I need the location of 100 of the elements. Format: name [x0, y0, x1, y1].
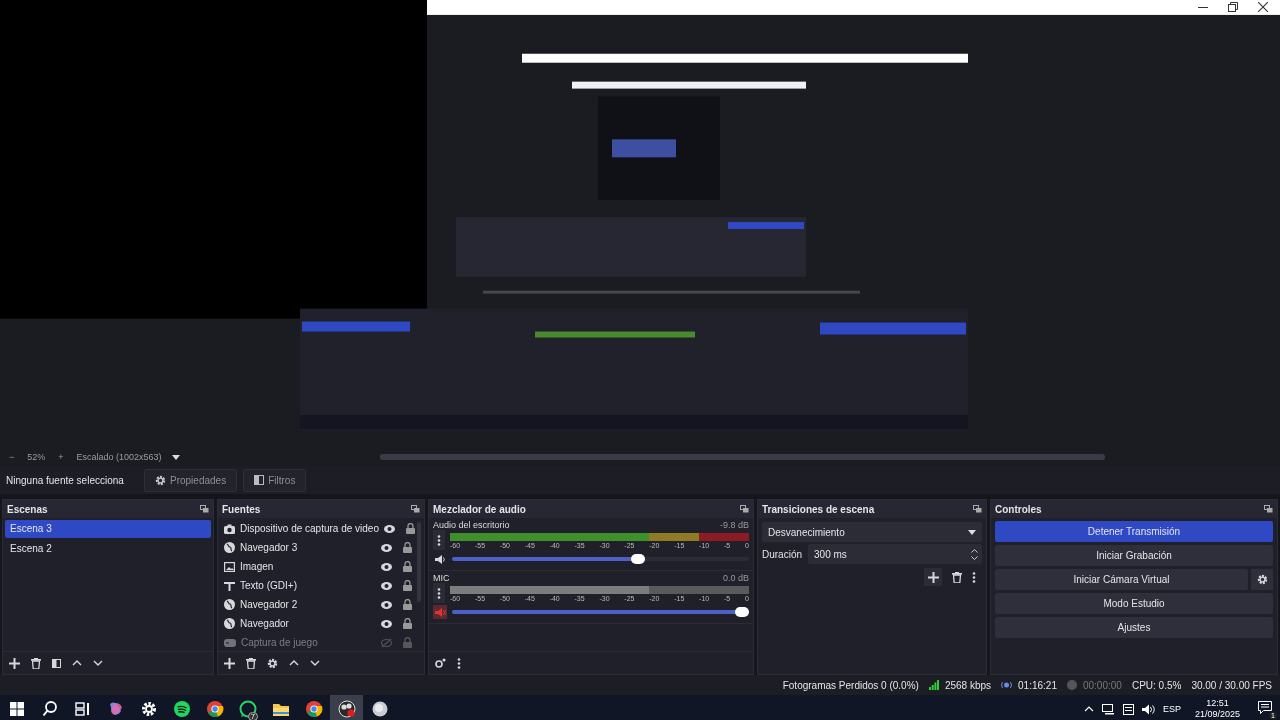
- volume-slider[interactable]: [452, 610, 749, 614]
- speaker-icon: [434, 554, 446, 564]
- trash-icon[interactable]: [31, 657, 41, 669]
- signal-icon: [928, 680, 939, 690]
- slider-thumb[interactable]: [735, 607, 749, 617]
- eye-icon[interactable]: [384, 524, 395, 533]
- source-item[interactable]: Captura de juego: [241, 637, 376, 648]
- globe-icon: [224, 542, 235, 553]
- trash-icon[interactable]: [246, 657, 256, 669]
- source-item[interactable]: Navegador 3: [240, 542, 376, 553]
- music-app-icon: [172, 700, 191, 718]
- undock-icon[interactable]: [411, 505, 420, 513]
- settings-icon: [139, 700, 158, 718]
- eye-icon[interactable]: [381, 562, 392, 571]
- panel-title: Transiciones de escena: [762, 503, 875, 515]
- lock-icon[interactable]: [403, 542, 412, 553]
- add-icon[interactable]: [9, 657, 20, 669]
- scrollbar-thumb[interactable]: [379, 454, 1105, 460]
- scale-mode-label: Escalado (1002x563): [76, 452, 162, 462]
- live-icon: [1001, 681, 1013, 689]
- browser-icon: [304, 700, 323, 718]
- input-language[interactable]: ESP: [1162, 704, 1181, 714]
- more-icon: [437, 587, 441, 599]
- clock-time[interactable]: 12:51: [1206, 698, 1229, 709]
- control-button[interactable]: Iniciar Grabación: [995, 545, 1273, 566]
- clock-date[interactable]: 21/09/2025: [1194, 709, 1240, 720]
- channel-menu-button[interactable]: [433, 583, 445, 603]
- control-button[interactable]: Iniciar Cámara Virtual: [995, 569, 1248, 590]
- source-item[interactable]: Navegador: [240, 618, 376, 629]
- mixer-settings-icon[interactable]: [435, 658, 446, 668]
- notifications-icon[interactable]: [1258, 701, 1272, 714]
- scene-item[interactable]: Escena 3: [5, 520, 211, 538]
- filter-icon[interactable]: [52, 658, 61, 668]
- lock-icon[interactable]: [403, 599, 412, 610]
- chat-app-icon: [238, 700, 257, 718]
- speaker-muted-icon: [434, 607, 446, 617]
- panel-title: Escenas: [7, 503, 48, 515]
- fps-counter: 30.00 / 30.00 FPS: [1191, 679, 1272, 691]
- duration-field[interactable]: 300 ms: [808, 544, 982, 564]
- lock-icon[interactable]: [403, 618, 412, 629]
- volume-slider[interactable]: [452, 557, 749, 561]
- keyboard-icon[interactable]: [1122, 703, 1134, 715]
- taskbar-app[interactable]: [330, 695, 363, 720]
- close-icon[interactable]: [1258, 2, 1268, 12]
- dropped-frames: Fotogramas Perdidos 0 (0.0%): [782, 679, 919, 691]
- more-icon[interactable]: [457, 657, 461, 669]
- channel-menu-button[interactable]: [433, 530, 445, 550]
- chevron-up-icon[interactable]: [289, 660, 299, 666]
- selected-source-label: Ninguna fuente selecciona: [6, 474, 125, 486]
- trash-icon[interactable]: [952, 571, 962, 583]
- add-button[interactable]: [924, 568, 942, 586]
- recording-app-icon: [337, 700, 356, 718]
- source-item[interactable]: Texto (GDI+): [240, 580, 376, 591]
- add-icon[interactable]: [224, 657, 235, 669]
- chevron-up-icon[interactable]: [72, 660, 82, 666]
- settings-button[interactable]: [1251, 569, 1273, 590]
- settings-icon[interactable]: [155, 474, 166, 486]
- control-button[interactable]: Detener Transmisión: [995, 521, 1273, 542]
- lock-icon[interactable]: [403, 580, 412, 591]
- settings-icon[interactable]: [267, 657, 278, 669]
- transition-dropdown[interactable]: Desvanecimiento: [762, 522, 982, 542]
- eye-icon[interactable]: [381, 600, 392, 609]
- dropdown-caret-icon[interactable]: [171, 454, 180, 460]
- zoom-in-button[interactable]: +: [55, 452, 67, 462]
- mute-button[interactable]: [433, 552, 447, 566]
- eye-icon[interactable]: [381, 543, 392, 552]
- maximize-icon[interactable]: [1228, 2, 1238, 12]
- eye-icon[interactable]: [381, 619, 392, 628]
- volume-icon[interactable]: [1141, 703, 1155, 715]
- image-icon: [224, 561, 235, 572]
- filters-button[interactable]: Filtros: [243, 468, 307, 492]
- record-time: 00:00:00: [1082, 679, 1122, 691]
- undock-icon[interactable]: [973, 505, 982, 513]
- gamepad-icon: [224, 638, 236, 647]
- add-icon: [927, 571, 939, 583]
- undock-icon[interactable]: [200, 505, 209, 513]
- source-item[interactable]: Imagen: [240, 561, 376, 572]
- control-button[interactable]: Ajustes: [995, 617, 1273, 638]
- slider-thumb[interactable]: [631, 554, 646, 564]
- network-icon[interactable]: [1101, 703, 1115, 715]
- undock-icon[interactable]: [740, 505, 749, 513]
- eye-icon[interactable]: [381, 581, 392, 590]
- chevron-down-icon[interactable]: [971, 555, 978, 560]
- lock-icon[interactable]: [403, 561, 412, 572]
- globe-icon: [224, 599, 235, 610]
- scene-item[interactable]: Escena 2: [5, 540, 211, 558]
- source-item[interactable]: Dispositivo de captura de video: [240, 523, 379, 534]
- chevron-down-icon[interactable]: [310, 660, 320, 666]
- panel-title: Mezclador de audio: [433, 503, 526, 515]
- zoom-out-button[interactable]: −: [6, 452, 18, 462]
- control-button[interactable]: Modo Estudio: [995, 593, 1273, 614]
- chevron-down-icon[interactable]: [93, 660, 103, 666]
- lock-icon[interactable]: [406, 523, 415, 534]
- more-icon[interactable]: [972, 571, 976, 583]
- undock-icon[interactable]: [1264, 505, 1273, 513]
- chevron-up-icon[interactable]: [971, 548, 978, 553]
- volume-reading: 0.0 dB: [722, 573, 749, 583]
- source-item[interactable]: Navegador 2: [240, 599, 376, 610]
- properties-button[interactable]: Propiedades: [144, 468, 238, 492]
- app-icon: [370, 700, 389, 718]
